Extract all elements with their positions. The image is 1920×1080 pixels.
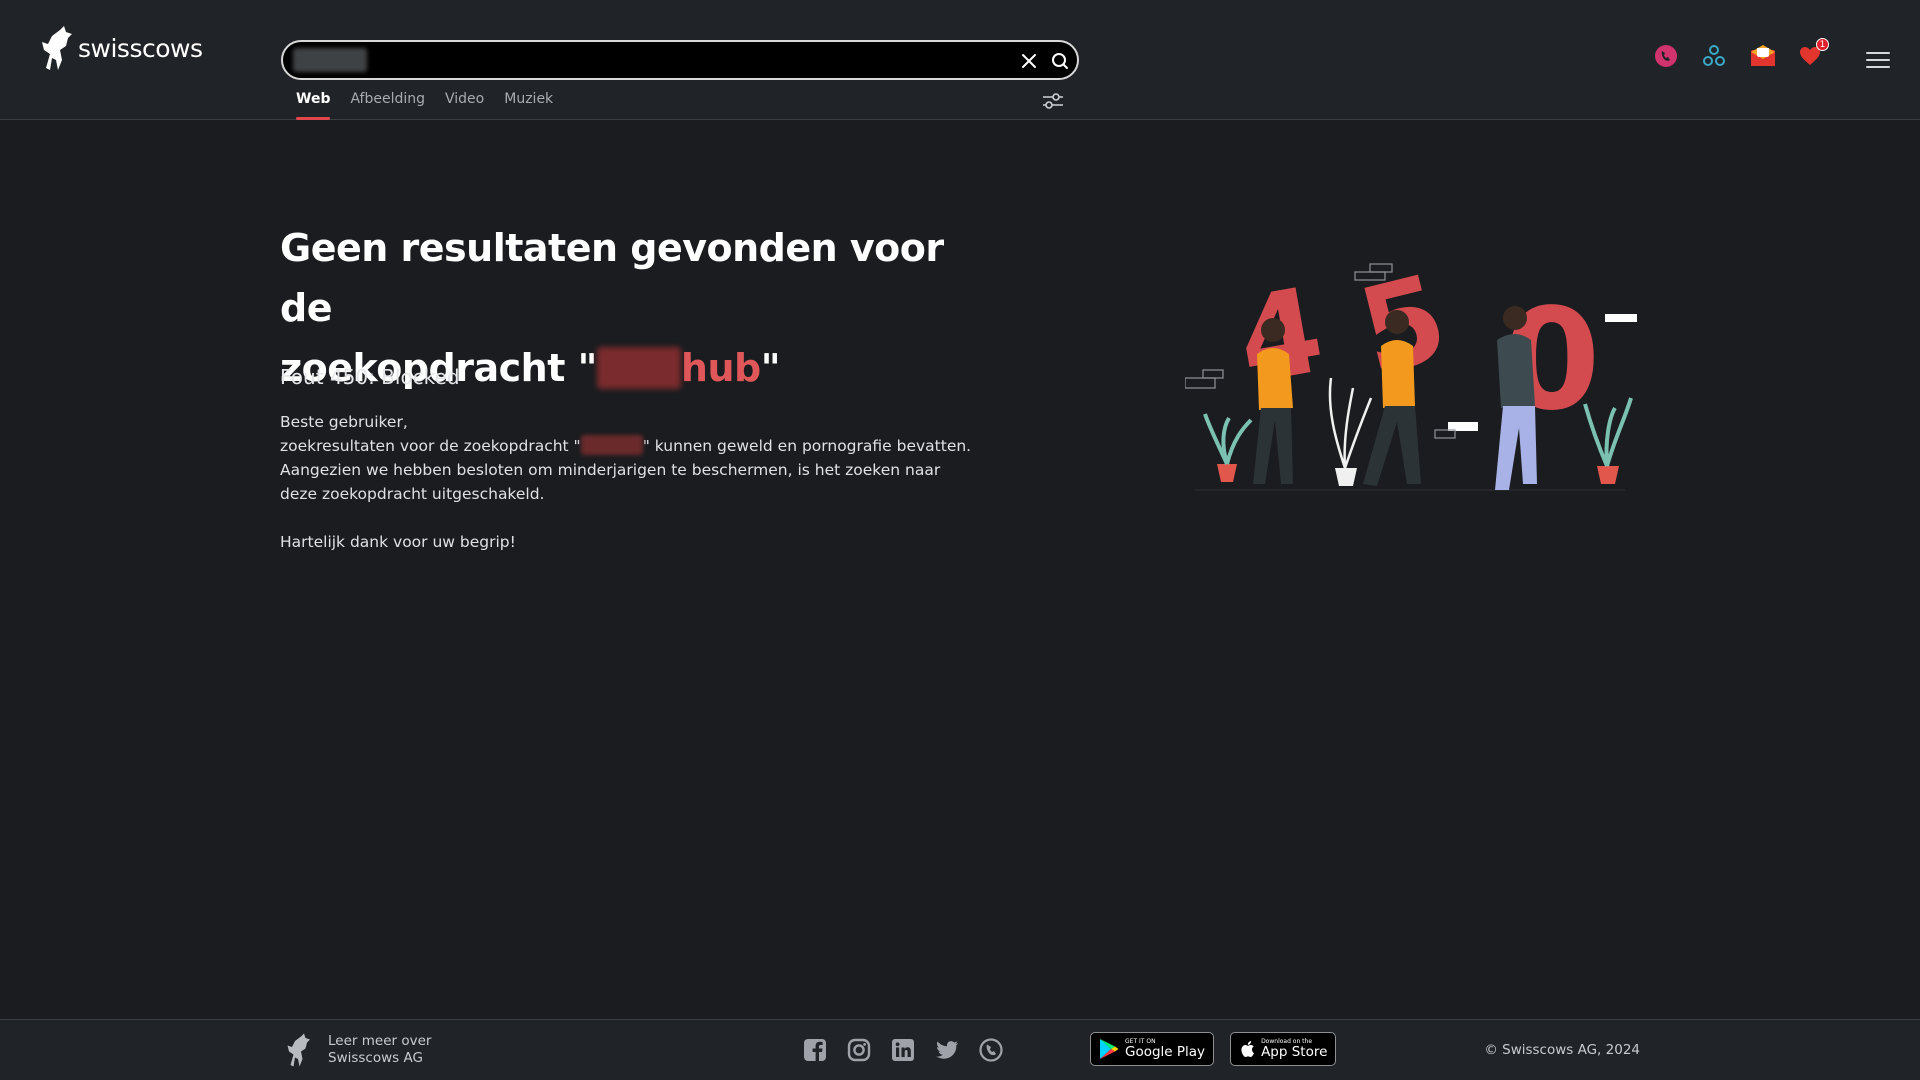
vpn-button[interactable] <box>1702 44 1726 68</box>
facebook-icon[interactable] <box>803 1038 827 1062</box>
cow-logo-icon <box>287 1033 310 1067</box>
apple-icon <box>1241 1041 1255 1057</box>
message-line2: Aangezien we hebben besloten om minderja… <box>280 461 941 503</box>
mail-button[interactable] <box>1750 44 1775 68</box>
search-tabs: Web Afbeelding Video Muziek <box>296 88 553 120</box>
title-line1: Geen resultaten gevonden voor de <box>280 226 944 330</box>
cow-logo-icon <box>42 26 72 70</box>
header-icons: 1 <box>1654 38 1829 68</box>
thanks-text: Hartelijk dank voor uw begrip! <box>280 533 516 551</box>
clear-search-button[interactable] <box>1016 48 1042 74</box>
copyright: © Swisscows AG, 2024 <box>1484 1042 1640 1058</box>
teleguard-icon[interactable] <box>979 1038 1003 1062</box>
site-header: swisscows Web Afbeelding Video Muziek 1 <box>0 0 1920 120</box>
error-code: Fout 450: Blocked <box>280 365 460 389</box>
search-button[interactable] <box>1047 48 1073 74</box>
app-store-badges: GET IT ON Google Play Download on the Ap… <box>1090 1032 1337 1066</box>
swisscows-logo[interactable]: swisscows <box>38 22 203 74</box>
instagram-icon[interactable] <box>847 1038 871 1062</box>
tab-images[interactable]: Afbeelding <box>350 88 425 120</box>
app-store-badge[interactable]: Download on the App Store <box>1230 1032 1337 1066</box>
error-450-illustration: 4 5 0 <box>1185 258 1637 491</box>
redacted-query-part <box>596 347 681 389</box>
menu-button[interactable] <box>1866 50 1890 70</box>
greeting: Beste gebruiker, <box>280 413 408 431</box>
sliders-icon <box>1043 93 1063 109</box>
google-play-badge[interactable]: GET IT ON Google Play <box>1090 1032 1215 1066</box>
about-link[interactable]: Leer meer over Swisscows AG <box>282 1032 431 1068</box>
site-footer: Leer meer over Swisscows AG GET IT ON Go… <box>0 1019 1920 1080</box>
logo-text: swisscows <box>78 33 203 63</box>
search-bar <box>281 40 1079 80</box>
linkedin-icon[interactable] <box>891 1038 915 1062</box>
mail-icon <box>1751 45 1775 66</box>
twitter-icon[interactable] <box>935 1038 959 1062</box>
filter-button[interactable] <box>1041 90 1065 112</box>
query-visible: hub <box>680 346 761 390</box>
error-message: Beste gebruiker, zoekresultaten voor de … <box>280 410 980 554</box>
search-input[interactable] <box>291 46 991 74</box>
search-icon <box>1052 53 1068 69</box>
about-text: Leer meer over Swisscows AG <box>328 1033 432 1066</box>
social-links <box>803 1038 1003 1062</box>
network-icon <box>1703 45 1725 66</box>
redacted-query-inline <box>580 435 643 455</box>
hamburger-icon <box>1866 52 1890 68</box>
tab-video[interactable]: Video <box>445 88 484 120</box>
favorites-button[interactable]: 1 <box>1798 38 1829 68</box>
message-line1: zoekresultaten voor de zoekopdracht " " k… <box>280 435 972 455</box>
favorites-badge: 1 <box>1816 38 1829 51</box>
tab-music[interactable]: Muziek <box>504 88 553 120</box>
teleguard-icon <box>1655 45 1677 67</box>
tab-web[interactable]: Web <box>296 88 331 120</box>
teleguard-button[interactable] <box>1654 44 1678 68</box>
close-icon <box>1022 54 1036 68</box>
title-suffix: " <box>760 346 781 390</box>
google-play-icon <box>1100 1039 1119 1059</box>
redacted-query <box>293 48 367 72</box>
